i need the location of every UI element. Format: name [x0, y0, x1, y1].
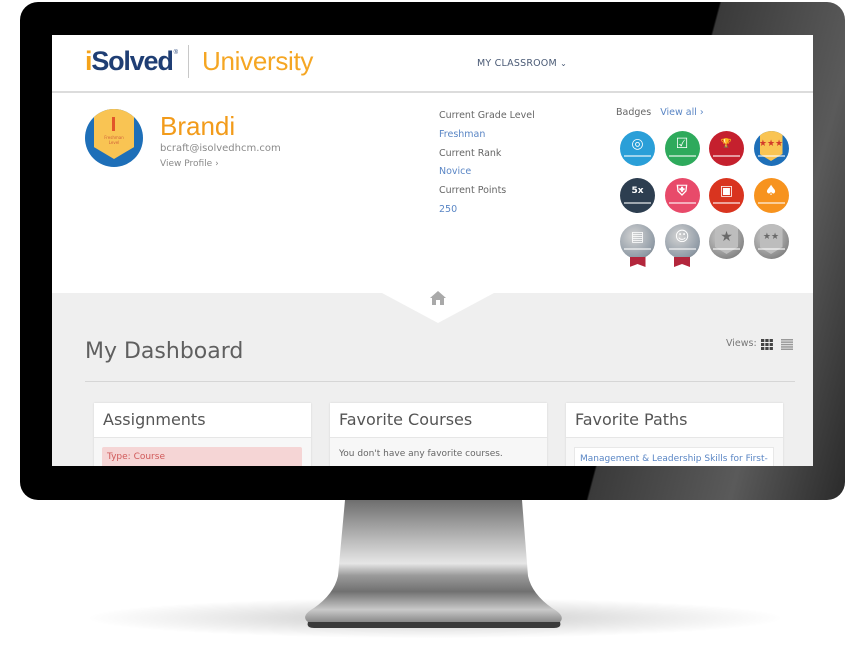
view-profile-link[interactable]: View Profile › — [160, 159, 219, 169]
title-divider — [85, 381, 795, 382]
badge-glyph-icon: ☑ — [675, 136, 689, 152]
product-name: University — [202, 46, 314, 76]
dashboard-area: My Dashboard Views: Assignments Type: Co… — [52, 291, 813, 466]
card-title: Favorite Paths — [575, 410, 688, 429]
favorite-courses-card: Favorite Courses You don't have any favo… — [330, 403, 547, 466]
badge-glyph-icon: ★ — [720, 229, 733, 245]
monitor-stand — [305, 500, 562, 628]
badge-glyph-icon: ⛨ — [676, 182, 688, 199]
badge-three-stars-shield[interactable]: ★★★ — [753, 131, 789, 166]
grade-level-label: Current Grade Level — [439, 110, 535, 121]
badge-spade-1[interactable]: ♠ — [753, 177, 789, 213]
badge-glyph-icon: ◎ — [631, 136, 644, 152]
avatar: Freshman Level — [85, 109, 143, 167]
chevron-down-icon: ⌄ — [560, 59, 568, 68]
assignment-item[interactable]: Type: Course — [102, 447, 302, 466]
badge-glyph-icon: ☺ — [674, 229, 690, 245]
profile-section: Freshman Level Brandi bcraft@isolvedhcm.… — [52, 93, 813, 293]
points-label: Current Points — [439, 185, 507, 197]
rank-value[interactable]: Novice — [439, 163, 535, 182]
badge-glyph-icon: ▤ — [630, 229, 645, 245]
badge-screen[interactable]: ▣ — [709, 177, 744, 213]
badge-people-medal[interactable]: ☺ — [664, 224, 700, 259]
logo-divider — [188, 45, 189, 78]
views-label: Views: — [726, 338, 757, 349]
badge-trophy[interactable]: 🏆 — [709, 131, 744, 166]
favorite-paths-card: Favorite Paths Management & Leadership S… — [566, 403, 783, 466]
badge-glyph-icon: 5x — [631, 185, 644, 196]
badges-header: Badges View all › — [616, 107, 704, 118]
user-name: Brandi — [160, 111, 236, 141]
user-email: bcraft@isolvedhcm.com — [160, 143, 281, 154]
path-item[interactable]: Management & Leadership Skills for First… — [574, 447, 774, 466]
medal-ribbon — [629, 257, 646, 267]
page-title: My Dashboard — [85, 339, 244, 364]
badge-5x[interactable]: 5x — [620, 177, 655, 213]
badge-glyph-icon: 🏆 — [720, 139, 733, 149]
medal-ribbon — [674, 257, 690, 267]
grade-level-value[interactable]: Freshman — [439, 126, 535, 145]
view-all-badges-link[interactable]: View all › — [660, 107, 703, 118]
empty-message: You don't have any favorite courses. — [339, 449, 503, 459]
badge-glyph-icon: ▣ — [719, 182, 734, 199]
list-view-icon[interactable] — [781, 339, 793, 350]
badge-checklist[interactable]: ☑ — [664, 131, 700, 166]
card-title: Assignments — [103, 410, 206, 429]
user-stats: Current Grade Level Freshman Current Ran… — [439, 107, 535, 220]
top-navbar: iSolved® University MY CLASSROOM ⌄ — [52, 35, 813, 93]
badge-glyph-icon: ★★★ — [758, 139, 784, 149]
badge-glyph-icon: ★★ — [762, 232, 780, 242]
isolved-logo[interactable]: iSolved® — [85, 46, 178, 77]
grid-view-icon[interactable] — [761, 339, 773, 350]
screen: iSolved® University MY CLASSROOM ⌄ Fresh… — [52, 35, 813, 466]
badge-shield[interactable]: ⛨ — [664, 177, 700, 213]
badge-document-medal[interactable]: ▤ — [620, 224, 655, 259]
badge-glyph-icon: ♠ — [764, 182, 778, 199]
points-value[interactable]: 250 — [439, 201, 535, 220]
badge-one-star-shield[interactable]: ★ — [709, 224, 744, 259]
card-title: Favorite Courses — [339, 410, 473, 429]
badges-label: Badges — [616, 107, 652, 118]
my-classroom-menu[interactable]: MY CLASSROOM ⌄ — [477, 58, 567, 69]
badge-two-star-shield[interactable]: ★★ — [753, 224, 789, 259]
home-icon[interactable] — [430, 291, 446, 305]
badge-target[interactable]: ◎ — [620, 131, 655, 166]
assignments-card: Assignments Type: Course — [94, 403, 311, 466]
rank-label: Current Rank — [439, 147, 502, 159]
